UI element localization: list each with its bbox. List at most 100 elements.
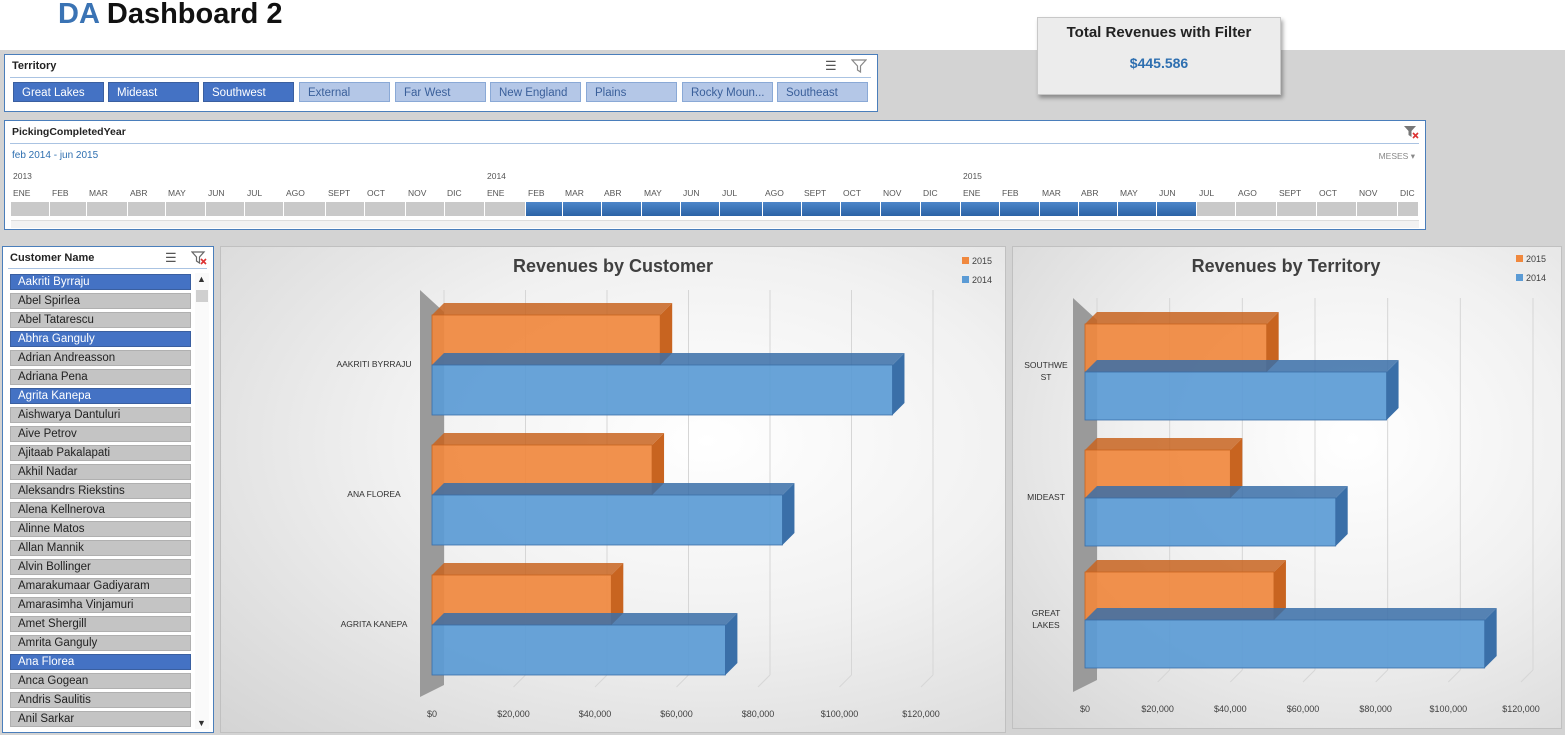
- customer-item[interactable]: Aishwarya Dantuluri: [10, 407, 191, 423]
- timeline-month-cell[interactable]: [841, 202, 881, 216]
- scroll-up-icon[interactable]: ▲: [197, 274, 206, 284]
- customer-item[interactable]: Agrita Kanepa: [10, 388, 191, 404]
- timeline-scrollbar[interactable]: [11, 220, 1419, 228]
- customer-item[interactable]: Alena Kellnerova: [10, 502, 191, 518]
- timeline-month-cell[interactable]: [1157, 202, 1197, 216]
- customer-item[interactable]: Adrian Andreasson: [10, 350, 191, 366]
- bar-2014[interactable]: [431, 624, 726, 676]
- timeline-month-cell[interactable]: [445, 202, 485, 216]
- scroll-down-icon[interactable]: ▼: [197, 718, 206, 728]
- timeline-month-cell[interactable]: [1040, 202, 1079, 216]
- clear-filter-icon[interactable]: [850, 58, 868, 77]
- timeline-month-cell[interactable]: [485, 202, 526, 216]
- bar-2014[interactable]: [431, 364, 893, 416]
- chart-svg: Revenues by Customer $0 $20,000 $40,000 $60,…: [336, 256, 992, 719]
- territory-item[interactable]: Southeast: [777, 82, 868, 102]
- bar-top: [1085, 560, 1286, 572]
- timeline-month-cell[interactable]: [128, 202, 166, 216]
- slicer-header: Customer Name: [10, 252, 95, 264]
- territory-item[interactable]: Plains: [586, 82, 677, 102]
- customer-item[interactable]: Amrita Ganguly: [10, 635, 191, 651]
- timeline-month-cell[interactable]: [406, 202, 445, 216]
- timeline-header: PickingCompletedYear: [12, 126, 126, 138]
- timeline-month-cell[interactable]: [602, 202, 642, 216]
- timeline-month-cell[interactable]: [881, 202, 921, 216]
- territory-item[interactable]: Southwest: [203, 82, 294, 102]
- territory-item[interactable]: Rocky Moun...: [682, 82, 773, 102]
- revenues-by-customer-chart: Revenues by Customer $0 $20,000 $40,000 $60,…: [220, 246, 1006, 733]
- timeline-month-cell[interactable]: [1236, 202, 1277, 216]
- timeline-month-cell[interactable]: [802, 202, 841, 216]
- vertical-scrollbar[interactable]: ▲ ▼: [195, 273, 209, 729]
- customer-item[interactable]: Adriana Pena: [10, 369, 191, 385]
- customer-item[interactable]: Aakriti Byrraju: [10, 274, 191, 290]
- timeline-month-cell[interactable]: [1118, 202, 1157, 216]
- bar-2014[interactable]: [1084, 619, 1486, 669]
- timeline-month-cell[interactable]: [720, 202, 763, 216]
- territory-item[interactable]: Mideast: [108, 82, 199, 102]
- multi-select-icon[interactable]: ☰: [825, 59, 837, 73]
- timeline-month-cell[interactable]: [365, 202, 406, 216]
- timeline-month-cell[interactable]: [1000, 202, 1040, 216]
- customer-item[interactable]: Anca Gogean: [10, 673, 191, 689]
- territory-item[interactable]: New England: [490, 82, 581, 102]
- customer-item[interactable]: Aleksandrs Riekstins: [10, 483, 191, 499]
- clear-filter-icon[interactable]: [1403, 124, 1419, 143]
- timeline-month-cell[interactable]: [245, 202, 284, 216]
- customer-item[interactable]: Abhra Ganguly: [10, 331, 191, 347]
- scroll-thumb[interactable]: [196, 290, 208, 302]
- clear-filter-icon[interactable]: [190, 250, 207, 269]
- x-tick-label: $120,000: [902, 709, 940, 719]
- timeline-month-cell[interactable]: [1317, 202, 1357, 216]
- category-label: ST: [1041, 372, 1052, 382]
- timeline-month-cell[interactable]: [1197, 202, 1236, 216]
- timeline-month-cell[interactable]: [87, 202, 128, 216]
- timeline-month-cell[interactable]: [642, 202, 681, 216]
- timeline-month-cell[interactable]: [563, 202, 602, 216]
- timeline-month-cell[interactable]: [1398, 202, 1419, 216]
- customer-item[interactable]: Amarakumaar Gadiyaram: [10, 578, 191, 594]
- timeline-month-cell[interactable]: [1357, 202, 1398, 216]
- timeline-month-cell[interactable]: [166, 202, 206, 216]
- customer-item[interactable]: Abel Spirlea: [10, 293, 191, 309]
- x-tick-label: $20,000: [497, 709, 530, 719]
- customer-item[interactable]: Amet Shergill: [10, 616, 191, 632]
- customer-item[interactable]: Amarasimha Vinjamuri: [10, 597, 191, 613]
- customer-item[interactable]: Anil Sarkar: [10, 711, 191, 727]
- timeline-month-label: MAR: [1042, 188, 1061, 198]
- bar-2014[interactable]: [1084, 497, 1337, 547]
- customer-item[interactable]: Andris Saulitis: [10, 692, 191, 708]
- time-level-dropdown[interactable]: MESES ▾: [1379, 151, 1415, 162]
- timeline-month-cell[interactable]: [326, 202, 365, 216]
- timeline-month-label: FEB: [52, 188, 69, 198]
- timeline-month-cell[interactable]: [921, 202, 961, 216]
- customer-item[interactable]: Alvin Bollinger: [10, 559, 191, 575]
- timeline-month-cell[interactable]: [50, 202, 87, 216]
- timeline-month-cell[interactable]: [961, 202, 1000, 216]
- timeline-month-cell[interactable]: [206, 202, 245, 216]
- customer-item[interactable]: Akhil Nadar: [10, 464, 191, 480]
- bar-2014[interactable]: [431, 494, 783, 546]
- customer-item[interactable]: Abel Tatarescu: [10, 312, 191, 328]
- multi-select-icon[interactable]: ☰: [165, 251, 177, 265]
- territory-item[interactable]: Far West: [395, 82, 486, 102]
- timeline-month-label: JUN: [683, 188, 700, 198]
- customer-item[interactable]: Aive Petrov: [10, 426, 191, 442]
- timeline-month-cell[interactable]: [681, 202, 720, 216]
- timeline-month-cell[interactable]: [11, 202, 50, 216]
- timeline-month-cell[interactable]: [1079, 202, 1118, 216]
- customer-item[interactable]: Alinne Matos: [10, 521, 191, 537]
- timeline-month-cell[interactable]: [1277, 202, 1317, 216]
- bar-2014[interactable]: [1084, 371, 1387, 421]
- timeline-month-label: SEPT: [1279, 188, 1302, 198]
- timeline-month-cell[interactable]: [284, 202, 326, 216]
- territory-item[interactable]: External: [299, 82, 390, 102]
- timeline-track[interactable]: [11, 202, 1419, 216]
- customer-item[interactable]: Ajitaab Pakalapati: [10, 445, 191, 461]
- timeline-month-label: JUL: [1199, 188, 1215, 198]
- customer-item[interactable]: Ana Florea: [10, 654, 191, 670]
- timeline-month-cell[interactable]: [763, 202, 802, 216]
- customer-item[interactable]: Allan Mannik: [10, 540, 191, 556]
- territory-item[interactable]: Great Lakes: [13, 82, 104, 102]
- timeline-month-cell[interactable]: [526, 202, 563, 216]
